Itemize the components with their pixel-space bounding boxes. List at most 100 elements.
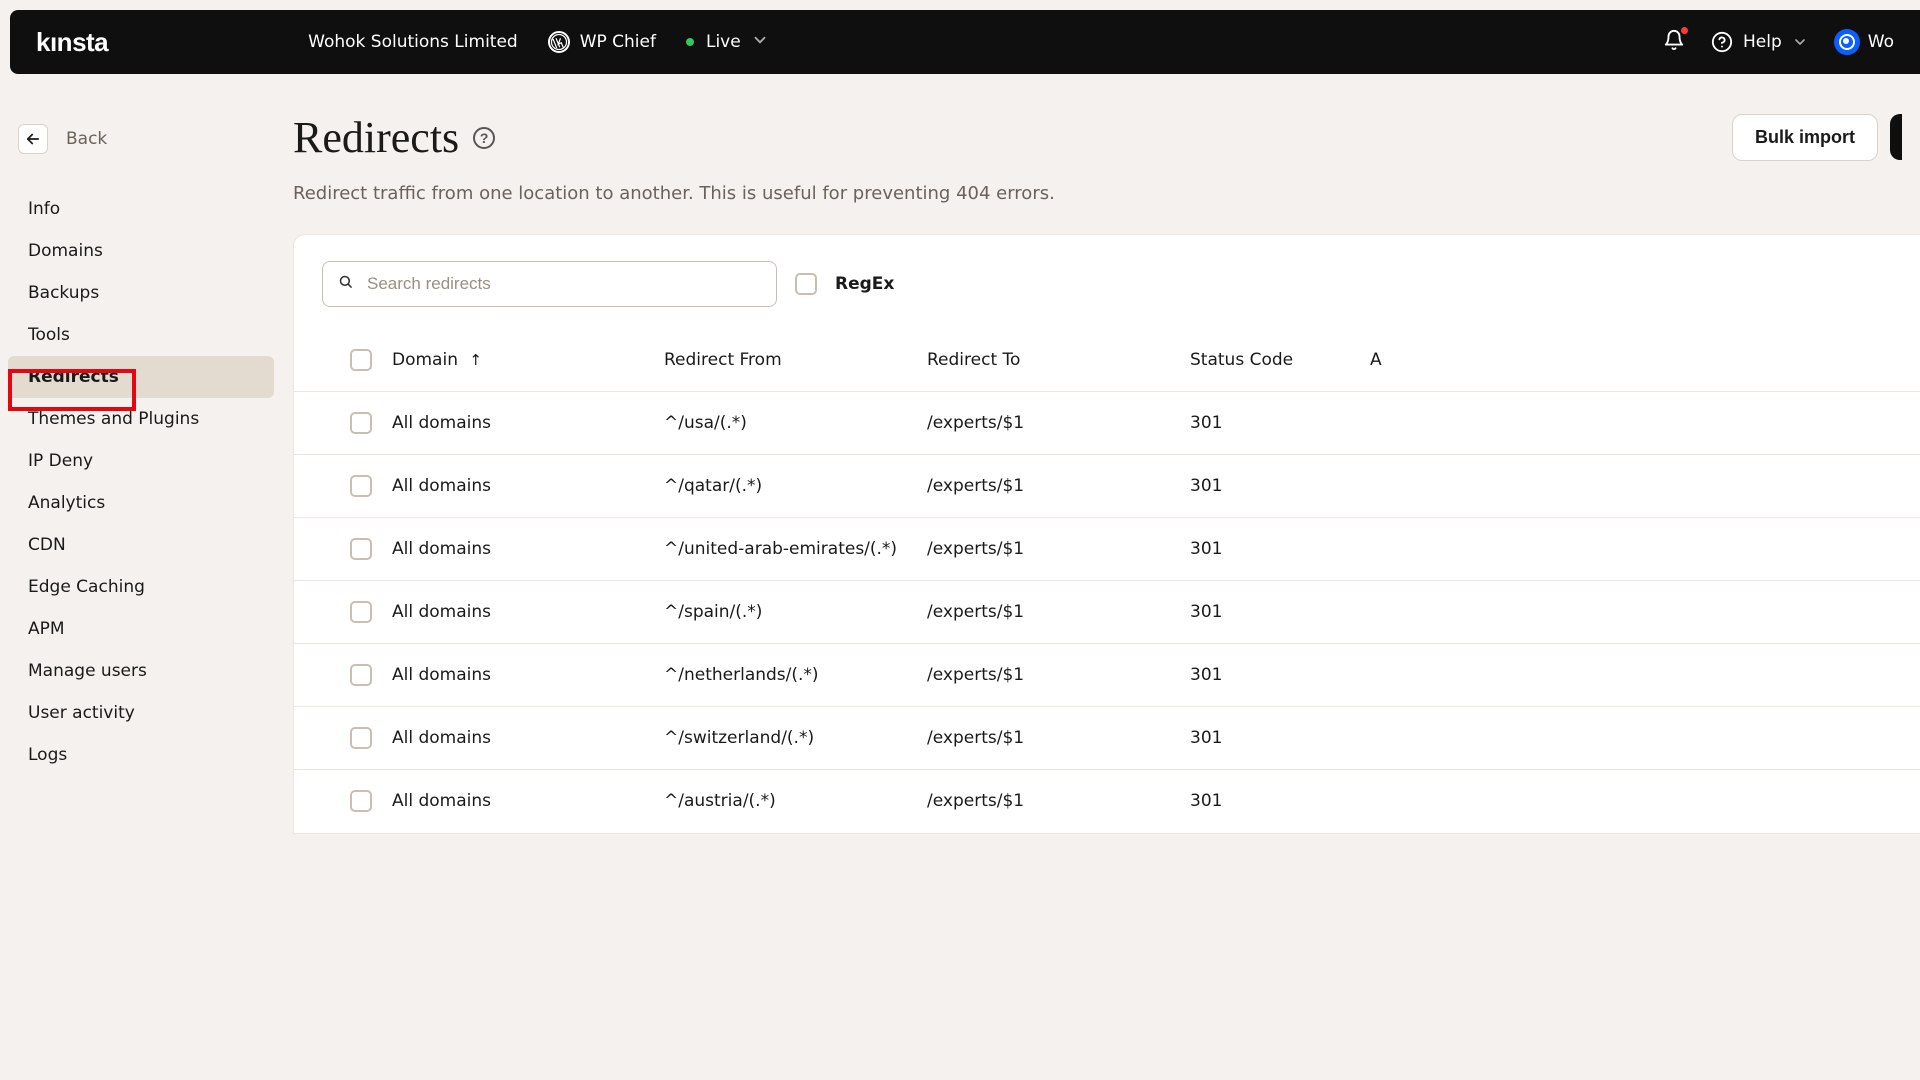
cell-from: ^/netherlands/(.*) xyxy=(654,644,917,707)
search-input[interactable] xyxy=(322,261,777,307)
row-checkbox[interactable] xyxy=(350,601,372,623)
back-button[interactable] xyxy=(18,124,48,154)
column-from[interactable]: Redirect From xyxy=(654,329,917,392)
cell-to: /experts/$1 xyxy=(917,770,1180,833)
sidebar-item-manage-users[interactable]: Manage users xyxy=(8,650,274,692)
notifications-button[interactable] xyxy=(1663,29,1685,56)
redirects-table: Domain ↑ Redirect From Redirect To Statu… xyxy=(294,329,1920,832)
search-wrap xyxy=(322,261,777,307)
sidebar-item-apm[interactable]: APM xyxy=(8,608,274,650)
cell-actions[interactable] xyxy=(1360,392,1920,455)
notification-indicator xyxy=(1681,27,1688,34)
sidebar-item-info[interactable]: Info xyxy=(8,188,274,230)
env-label[interactable]: Live xyxy=(706,32,741,52)
card-controls: RegEx xyxy=(294,261,1920,329)
page-title-text: Redirects xyxy=(293,112,459,163)
cell-from: ^/qatar/(.*) xyxy=(654,455,917,518)
cell-from: ^/switzerland/(.*) xyxy=(654,707,917,770)
table-row: All domains^/austria/(.*)/experts/$1301 xyxy=(294,770,1920,833)
sidebar-item-themes-and-plugins[interactable]: Themes and Plugins xyxy=(8,398,274,440)
cell-status: 301 xyxy=(1180,455,1360,518)
cell-to: /experts/$1 xyxy=(917,518,1180,581)
regex-label[interactable]: RegEx xyxy=(835,274,894,294)
table-row: All domains^/spain/(.*)/experts/$1301 xyxy=(294,581,1920,644)
back-row: Back xyxy=(18,124,107,154)
wordpress-icon xyxy=(548,31,570,53)
user-short-name: Wo xyxy=(1868,32,1894,52)
sort-arrow-icon: ↑ xyxy=(469,351,482,369)
cell-status: 301 xyxy=(1180,770,1360,833)
sidebar-item-redirects[interactable]: Redirects xyxy=(8,356,274,398)
cell-domain: All domains xyxy=(382,707,654,770)
cell-domain: All domains xyxy=(382,770,654,833)
table-row: All domains^/netherlands/(.*)/experts/$1… xyxy=(294,644,1920,707)
sidebar-item-tools[interactable]: Tools xyxy=(8,314,274,356)
table-row: All domains^/qatar/(.*)/experts/$1301 xyxy=(294,455,1920,518)
sidebar-item-domains[interactable]: Domains xyxy=(8,230,274,272)
sidebar-item-cdn[interactable]: CDN xyxy=(8,524,274,566)
cell-actions[interactable] xyxy=(1360,455,1920,518)
cell-to: /experts/$1 xyxy=(917,707,1180,770)
sidebar-item-backups[interactable]: Backups xyxy=(8,272,274,314)
sidebar-item-analytics[interactable]: Analytics xyxy=(8,482,274,524)
column-status[interactable]: Status Code xyxy=(1180,329,1360,392)
cell-status: 301 xyxy=(1180,581,1360,644)
back-label[interactable]: Back xyxy=(66,129,107,149)
title-row: Redirects ? Bulk import xyxy=(293,112,1920,163)
cell-domain: All domains xyxy=(382,455,654,518)
company-name[interactable]: Wohok Solutions Limited xyxy=(308,32,518,52)
select-all-checkbox[interactable] xyxy=(350,349,372,371)
help-button[interactable]: Help xyxy=(1711,31,1808,53)
row-checkbox[interactable] xyxy=(350,727,372,749)
title-actions: Bulk import xyxy=(1732,114,1902,161)
cell-domain: All domains xyxy=(382,644,654,707)
cell-status: 301 xyxy=(1180,392,1360,455)
cell-domain: All domains xyxy=(382,518,654,581)
row-checkbox[interactable] xyxy=(350,475,372,497)
cell-actions[interactable] xyxy=(1360,581,1920,644)
main-content: Redirects ? Bulk import Redirect traffic… xyxy=(293,112,1920,834)
redirects-card: RegEx Domain ↑ Redirect From Redirect To… xyxy=(293,234,1920,834)
row-checkbox[interactable] xyxy=(350,790,372,812)
regex-checkbox[interactable] xyxy=(795,273,817,295)
help-icon[interactable]: ? xyxy=(473,127,495,149)
bulk-import-button[interactable]: Bulk import xyxy=(1732,114,1878,161)
site-name[interactable]: WP Chief xyxy=(580,32,656,52)
cell-status: 301 xyxy=(1180,518,1360,581)
row-checkbox[interactable] xyxy=(350,664,372,686)
sidebar-item-edge-caching[interactable]: Edge Caching xyxy=(8,566,274,608)
row-checkbox[interactable] xyxy=(350,412,372,434)
table-row: All domains^/united-arab-emirates/(.*)/e… xyxy=(294,518,1920,581)
sidebar-item-user-activity[interactable]: User activity xyxy=(8,692,274,734)
cell-actions[interactable] xyxy=(1360,770,1920,833)
cell-to: /experts/$1 xyxy=(917,455,1180,518)
row-checkbox[interactable] xyxy=(350,538,372,560)
cell-status: 301 xyxy=(1180,707,1360,770)
sidebar-item-logs[interactable]: Logs xyxy=(8,734,274,776)
cell-from: ^/austria/(.*) xyxy=(654,770,917,833)
cell-from: ^/spain/(.*) xyxy=(654,581,917,644)
cell-actions[interactable] xyxy=(1360,518,1920,581)
chevron-down-icon[interactable] xyxy=(751,31,769,54)
cell-to: /experts/$1 xyxy=(917,581,1180,644)
select-all-cell xyxy=(294,329,382,392)
table-row: All domains^/usa/(.*)/experts/$1301 xyxy=(294,392,1920,455)
cell-actions[interactable] xyxy=(1360,707,1920,770)
column-to[interactable]: Redirect To xyxy=(917,329,1180,392)
cell-from: ^/united-arab-emirates/(.*) xyxy=(654,518,917,581)
cell-to: /experts/$1 xyxy=(917,392,1180,455)
env-status-dot xyxy=(686,38,694,46)
help-label: Help xyxy=(1743,32,1782,52)
user-menu[interactable]: Wo xyxy=(1834,29,1894,55)
add-redirect-button[interactable] xyxy=(1890,114,1902,160)
sidebar-item-ip-deny[interactable]: IP Deny xyxy=(8,440,274,482)
cell-actions[interactable] xyxy=(1360,644,1920,707)
page-description: Redirect traffic from one location to an… xyxy=(293,183,1920,204)
column-domain[interactable]: Domain ↑ xyxy=(382,329,654,392)
column-domain-label: Domain xyxy=(392,350,458,370)
sidebar: InfoDomainsBackupsToolsRedirectsThemes a… xyxy=(8,188,274,776)
logo[interactable]: kınsta xyxy=(36,27,108,58)
topbar: kınsta Wohok Solutions Limited WP Chief … xyxy=(10,10,1920,74)
column-actions: A xyxy=(1360,329,1920,392)
table-header-row: Domain ↑ Redirect From Redirect To Statu… xyxy=(294,329,1920,392)
